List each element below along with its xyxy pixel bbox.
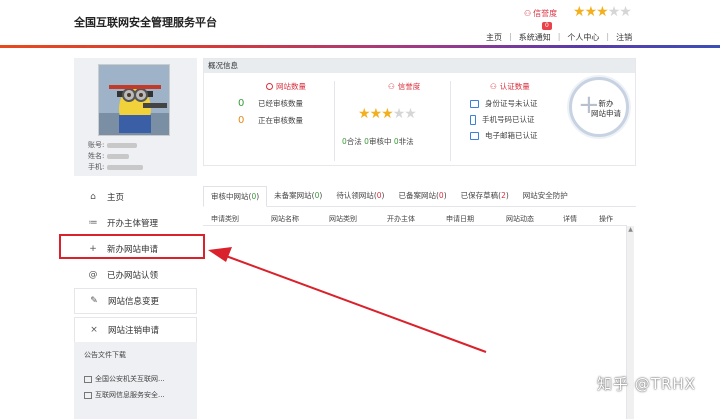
nav-logout[interactable]: 注销 — [616, 32, 632, 43]
download-link[interactable]: 互联网信息服务安全... — [84, 390, 187, 400]
menu-item-site-cancellation[interactable]: × 网站注销申请 — [74, 317, 197, 343]
star-filled-icon: ★ — [358, 106, 371, 122]
star-filled-icon: ★ — [369, 106, 383, 122]
site-tabs: 审核中网站(0) 未备案网站(0) 待认领网站(0) 已备案网站(0) 已保存草… — [203, 186, 636, 207]
close-icon: × — [90, 325, 98, 335]
tab-site-security[interactable]: 网站安全防护 — [516, 186, 575, 206]
credit-label: ⚇ 信誉度 — [524, 9, 558, 18]
top-nav: 主页 | 系统通知 | 个人中心 | 注销 — [486, 32, 633, 43]
id-card-icon — [470, 99, 479, 108]
col-detail: 详情 — [563, 215, 577, 223]
menu-item-subject-management[interactable]: ≔ 开办主体管理 — [74, 210, 197, 236]
account-label: 账号: — [88, 141, 105, 149]
site-title: 全国互联网安全管理服务平台 — [74, 16, 217, 29]
phone-icon — [470, 114, 476, 125]
list-icon: ≔ — [88, 218, 98, 228]
site-status-counts: 0合法 0审核中 0非法 — [342, 137, 414, 146]
name-value-blurred — [106, 153, 129, 159]
downloads-panel: 公告文件下载 全国公安机关互联网... 互联网信息服务安全... — [74, 342, 197, 419]
annotation-highlight-box — [59, 234, 205, 259]
phone-label: 手机: — [88, 163, 105, 171]
avatar — [98, 64, 170, 136]
star-empty-icon: ★ — [392, 106, 406, 122]
mail-icon — [470, 131, 479, 140]
phone-status: 手机号码已认证 — [470, 114, 538, 125]
tab-filed[interactable]: 已备案网站(0) — [391, 186, 453, 206]
nav-notifications[interactable]: 系统通知 — [519, 32, 551, 43]
col-apply-type: 申请类别 — [211, 215, 239, 223]
tab-to-claim[interactable]: 待认领网站(0) — [329, 186, 391, 206]
email-status: 电子邮箱已认证 — [470, 130, 538, 141]
reviewed-count-row: 0 已经审核数量 — [238, 98, 303, 109]
col-site-status: 网站动态 — [506, 215, 534, 223]
col-site-type: 网站类别 — [329, 215, 357, 223]
edit-icon: ✎ — [90, 296, 98, 306]
download-icon — [84, 375, 92, 383]
id-card-status: 身份证号未认证 — [470, 98, 538, 109]
divider — [334, 81, 335, 161]
user-card: 账号: 姓名: 手机: — [74, 58, 197, 176]
divider — [450, 81, 451, 161]
star-empty-icon: ★ — [607, 4, 621, 20]
new-site-button[interactable]: + 新办 网站申请 — [569, 77, 629, 137]
scroll-up-icon[interactable]: ▲ — [627, 226, 634, 234]
star-filled-icon: ★ — [573, 4, 586, 20]
reviewing-count-row: 0 正在审核数量 — [238, 115, 303, 126]
site-count-title: 网站数量 — [276, 82, 306, 91]
download-link[interactable]: 全国公安机关互联网... — [84, 374, 187, 384]
side-menu: ⌂ 主页 ≔ 开办主体管理 + 新办网站申请 @ 已办网站认领 ✎ 网站信息变更… — [74, 184, 197, 346]
nav-home[interactable]: 主页 — [486, 32, 502, 43]
at-icon: @ — [88, 270, 98, 280]
tab-drafts[interactable]: 已保存草稿(2) — [454, 186, 516, 206]
overview-title: 概况信息 — [204, 59, 635, 73]
menu-item-home[interactable]: ⌂ 主页 — [74, 184, 197, 210]
user-meta: 账号: 姓名: 手机: — [88, 140, 143, 173]
phone-value-blurred — [106, 164, 143, 170]
star-filled-icon: ★ — [381, 106, 394, 122]
overview-panel: 概况信息 网站数量 0 已经审核数量 0 正在审核数量 ⚇ 信誉度 ★★★★★ … — [203, 58, 636, 166]
downloads-title: 公告文件下载 — [84, 351, 126, 359]
header-gradient-bar — [0, 45, 720, 48]
watermark: 知乎 @TRHX — [597, 375, 696, 393]
account-value-blurred — [106, 142, 137, 148]
star-empty-icon: ★ — [404, 106, 417, 122]
table-header: 申请类别 网站名称 网站类别 开办主体 申请日期 网站动态 详情 操作 — [203, 211, 627, 226]
star-filled-icon: ★ — [584, 4, 598, 20]
tab-unfiled[interactable]: 未备案网站(0) — [267, 186, 329, 206]
credit-stars: ★★★★★ — [573, 4, 632, 20]
nav-personal-center[interactable]: 个人中心 — [567, 32, 599, 43]
col-subject: 开办主体 — [387, 215, 415, 223]
user-verify-icon: ⚇ — [490, 82, 497, 91]
credit-section: ⚇ 信誉度 ★★★★★ 0合法 0审核中 0非法 — [342, 81, 420, 147]
credit-badge: 0 — [542, 22, 552, 30]
home-icon: ⌂ — [90, 192, 96, 202]
verification-section: ⚇ 认证数量 身份证号未认证 手机号码已认证 电子邮箱已认证 — [470, 81, 538, 141]
credit-stars-overview: ★★★★★ — [358, 106, 420, 122]
star-filled-icon: ★ — [596, 4, 609, 20]
col-actions: 操作 — [599, 215, 613, 223]
site-count-section: 网站数量 0 已经审核数量 0 正在审核数量 — [238, 81, 306, 126]
credit-title: 信誉度 — [397, 82, 421, 91]
name-label: 姓名: — [88, 152, 105, 160]
site-count-icon — [266, 83, 273, 90]
download-icon — [84, 391, 92, 399]
tab-reviewing[interactable]: 审核中网站(0) — [203, 186, 268, 207]
verification-title: 认证数量 — [499, 82, 530, 91]
col-apply-date: 申请日期 — [446, 215, 474, 223]
star-empty-icon: ★ — [619, 4, 632, 20]
user-credit-icon: ⚇ — [388, 82, 395, 91]
menu-item-site-info-change[interactable]: ✎ 网站信息变更 — [74, 288, 197, 314]
menu-item-claim-site[interactable]: @ 已办网站认领 — [74, 262, 197, 288]
col-site-name: 网站名称 — [271, 215, 299, 223]
top-header: 全国互联网安全管理服务平台 ⚇ 信誉度 0 ★★★★★ 主页 | 系统通知 | … — [0, 0, 720, 48]
user-credit-icon: ⚇ — [524, 9, 532, 18]
